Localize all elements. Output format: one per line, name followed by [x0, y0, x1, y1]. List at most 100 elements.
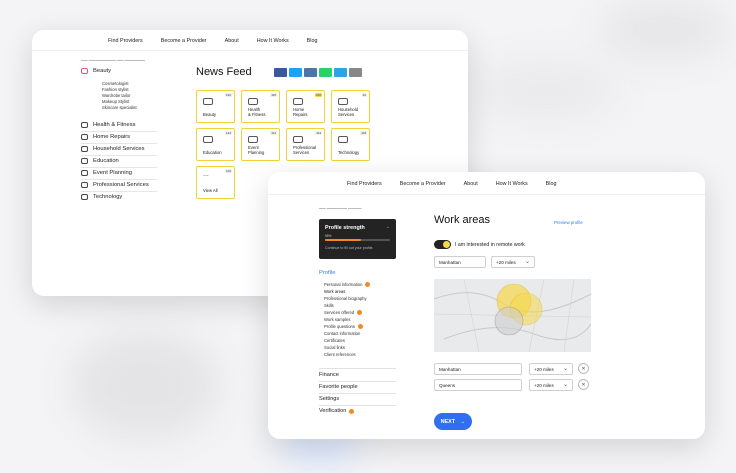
section-label: Favorite people [319, 384, 358, 390]
nav-blog[interactable]: Blog [546, 181, 557, 187]
profile-item-biography[interactable]: Professional biography [324, 296, 367, 301]
profile-item-label: Skills [324, 303, 334, 308]
nav-blog[interactable]: Blog [307, 38, 318, 44]
section-favorite-people[interactable]: Favorite people [319, 384, 358, 390]
facebook-icon[interactable] [274, 68, 287, 77]
profile-item-label: Certificates [324, 338, 345, 343]
category-tile-event-planning[interactable]: 114 Event Planning [241, 128, 280, 161]
area-radius-select[interactable]: +20 miles [529, 379, 573, 391]
sidebar-item-education[interactable]: Education [81, 158, 119, 164]
subcategory-item[interactable]: Cosmetologist [102, 81, 129, 86]
nav-become-provider[interactable]: Become a Provider [161, 38, 207, 44]
remove-area-icon[interactable]: ✕ [578, 363, 589, 374]
section-verification[interactable]: Verification [319, 408, 355, 414]
area-radius-select[interactable]: +20 miles [529, 363, 573, 375]
sidebar-item-label: Household Services [93, 146, 145, 152]
profile-strength-card[interactable]: Profile strength ⌄ 55% Continue to fill … [319, 219, 396, 259]
area-city-input[interactable]: Manhattan [434, 363, 522, 375]
preview-profile-link[interactable]: Preview profile [554, 220, 583, 225]
section-finance[interactable]: Finance [319, 372, 339, 378]
category-tile-household[interactable]: 42 Household Services [331, 90, 370, 123]
nav-become-provider[interactable]: Become a Provider [400, 181, 446, 187]
profile-item-questions[interactable]: Profile questions [324, 324, 363, 329]
sidebar-item-label: Beauty [93, 68, 112, 74]
subcategory-item[interactable]: Wardrobe tailor [102, 93, 130, 98]
telegram-icon[interactable] [334, 68, 347, 77]
category-tile-view-all[interactable]: 100 ... View All [196, 166, 235, 199]
background-blob [470, 60, 620, 120]
category-tile-education[interactable]: 124 Education [196, 128, 235, 161]
category-tile-health[interactable]: 118 Health & Fitness [241, 90, 280, 123]
broom-icon [338, 98, 348, 105]
category-tile-home-repairs[interactable]: 100 Home Repairs [286, 90, 325, 123]
profile-item-social-links[interactable]: Social links [324, 345, 345, 350]
breadcrumb-blurred: ▬▬ ▬▬▬▬▬▬▬▬ ▬▬ ▬▬▬▬▬▬ [81, 58, 145, 62]
sidebar-divider [81, 143, 157, 144]
section-settings[interactable]: Settings [319, 396, 339, 402]
tile-label: Home Repairs [293, 106, 308, 117]
nav-about[interactable]: About [464, 181, 478, 187]
remote-work-toggle[interactable] [434, 240, 451, 249]
profile-item-references[interactable]: Client references [324, 352, 356, 357]
profile-strength-fill [325, 239, 361, 241]
sidebar-divider [81, 179, 157, 180]
nav-find-providers[interactable]: Find Providers [108, 38, 143, 44]
subcategory-item[interactable]: Fashion stylist [102, 87, 129, 92]
city-input[interactable]: Manhattan [434, 256, 486, 268]
sidebar-item-home-repairs[interactable]: Home Repairs [81, 134, 130, 140]
twitter-icon[interactable] [289, 68, 302, 77]
vk-icon[interactable] [304, 68, 317, 77]
sidebar-item-label: Education [93, 158, 119, 164]
email-icon[interactable] [349, 68, 362, 77]
remove-area-icon[interactable]: ✕ [578, 379, 589, 390]
profile-item-certificates[interactable]: Certificates [324, 338, 345, 343]
category-tile-beauty[interactable]: 192 Beauty [196, 90, 235, 123]
profile-item-work-areas[interactable]: Work areas [324, 289, 345, 294]
next-button[interactable]: NEXT → [434, 413, 472, 430]
toggle-knob [443, 241, 450, 248]
sidebar-item-label: Technology [93, 194, 123, 200]
sidebar-item-health-fitness[interactable]: Health & Fitness [81, 122, 136, 128]
sidebar-item-household[interactable]: Household Services [81, 146, 145, 152]
subcategory-item[interactable]: Makeup Stylist [102, 99, 129, 104]
tile-label: Beauty [203, 111, 217, 117]
section-divider [319, 393, 396, 394]
beauty-icon [81, 68, 88, 74]
category-tile-professional[interactable]: 113 Professional Services [286, 128, 325, 161]
chevron-down-icon[interactable]: ⌄ [386, 224, 390, 230]
sidebar-item-label: Home Repairs [93, 134, 131, 140]
profile-item-services[interactable]: Services offered [324, 310, 363, 315]
heart-icon [248, 98, 258, 105]
more-dots-icon: ... [203, 171, 209, 178]
profile-item-skills[interactable]: Skills [324, 303, 334, 308]
profile-item-contact[interactable]: Contact information [324, 331, 360, 336]
radius-select[interactable]: +20 miles [491, 256, 535, 268]
sidebar-divider [81, 155, 157, 156]
count-badge: 118 [270, 93, 277, 97]
nav-find-providers[interactable]: Find Providers [347, 181, 382, 187]
whatsapp-icon[interactable] [319, 68, 332, 77]
sidebar-item-technology[interactable]: Technology [81, 194, 122, 200]
profile-item-personal[interactable]: Personal information [324, 282, 371, 287]
tile-label: Professional Services [293, 144, 317, 155]
section-divider [319, 368, 396, 369]
sidebar-item-beauty[interactable]: Beauty [81, 68, 111, 74]
profile-strength-bar [325, 239, 390, 241]
area-city-input[interactable]: Queens [434, 379, 522, 391]
profile-item-label: Work samples [324, 317, 351, 322]
profile-section-heading[interactable]: Profile [319, 270, 335, 276]
nav-how-it-works[interactable]: How It Works [257, 38, 289, 44]
work-area-map[interactable] [434, 279, 591, 352]
nav-how-it-works[interactable]: How It Works [496, 181, 528, 187]
profile-strength-title: Profile strength [325, 225, 365, 231]
subcategory-item[interactable]: Skincare specialist [102, 105, 137, 110]
count-badge: 42 [361, 93, 367, 97]
profile-item-work-samples[interactable]: Work samples [324, 317, 350, 322]
count-badge: 114 [270, 131, 277, 135]
count-badge: 100 [224, 169, 232, 173]
category-tile-technology[interactable]: 118 Technology [331, 128, 370, 161]
sidebar-item-professional[interactable]: Professional Services [81, 182, 149, 188]
profile-work-areas-window: Find Providers Become a Provider About H… [268, 172, 705, 439]
sidebar-item-event-planning[interactable]: Event Planning [81, 170, 132, 176]
nav-about[interactable]: About [225, 38, 239, 44]
